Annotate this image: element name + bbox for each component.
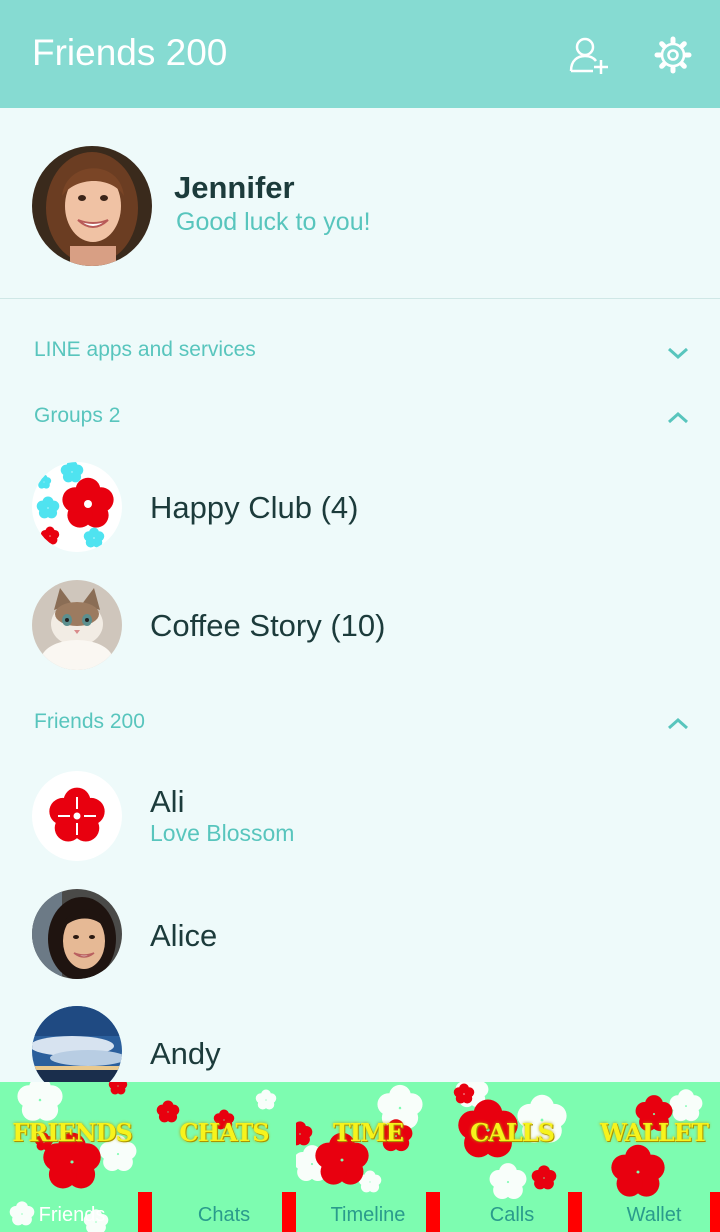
tab-label: Timeline	[330, 1204, 406, 1226]
gear-icon[interactable]	[652, 34, 694, 76]
tab-wallet[interactable]: WALLET Wallet	[582, 1082, 720, 1232]
friend-name: Ali	[150, 784, 185, 819]
tab-title: FRIENDS	[12, 1118, 133, 1147]
tab-label: Friends	[38, 1204, 106, 1226]
chevron-down-icon[interactable]	[666, 345, 690, 361]
profile-name: Jennifer	[174, 170, 295, 205]
tab-divider	[710, 1192, 720, 1232]
friend-avatar	[32, 889, 122, 979]
tab-title: WALLET	[600, 1118, 709, 1147]
section-header-friends[interactable]: Friends 200	[34, 710, 145, 734]
tab-divider	[568, 1192, 582, 1232]
chevron-up-icon[interactable]	[666, 716, 690, 732]
tab-calls[interactable]: CALLS Calls	[440, 1082, 584, 1232]
tab-label: Calls	[489, 1204, 535, 1226]
page-title: Friends 200	[32, 32, 228, 73]
friend-status-message: Love Blossom	[150, 820, 295, 846]
section-header-services[interactable]: LINE apps and services	[34, 338, 256, 362]
tab-friends[interactable]: FRIENDS Friends	[0, 1082, 144, 1232]
tab-label: Chats	[197, 1204, 251, 1226]
profile-status-message: Good luck to you!	[176, 208, 371, 236]
avatar	[32, 146, 152, 266]
friend-avatar	[32, 771, 122, 861]
group-name: Coffee Story (10)	[150, 608, 386, 643]
header-bar: Friends 200	[0, 0, 720, 108]
tab-title: CALLS	[470, 1118, 555, 1147]
tab-divider	[426, 1192, 440, 1232]
friend-name: Andy	[150, 1036, 221, 1071]
add-friend-icon[interactable]	[568, 34, 610, 76]
tab-label: Wallet	[626, 1204, 682, 1226]
tab-divider	[282, 1192, 296, 1232]
my-profile[interactable]: Jennifer Good luck to you!	[0, 108, 720, 299]
bottom-tab-bar: FRIENDS Friends CHATS Chats TIME Timelin…	[0, 1082, 720, 1232]
chevron-up-icon[interactable]	[666, 410, 690, 426]
friend-name: Alice	[150, 918, 218, 953]
group-name: Happy Club (4)	[150, 490, 359, 525]
tab-timeline[interactable]: TIME Timeline	[296, 1082, 440, 1232]
tab-divider	[138, 1192, 152, 1232]
tab-chats[interactable]: CHATS Chats	[152, 1082, 296, 1232]
group-avatar	[32, 580, 122, 670]
tab-title: CHATS	[179, 1118, 269, 1147]
tab-title: TIME	[333, 1118, 404, 1147]
section-header-groups[interactable]: Groups 2	[34, 404, 120, 428]
group-avatar	[32, 462, 122, 552]
